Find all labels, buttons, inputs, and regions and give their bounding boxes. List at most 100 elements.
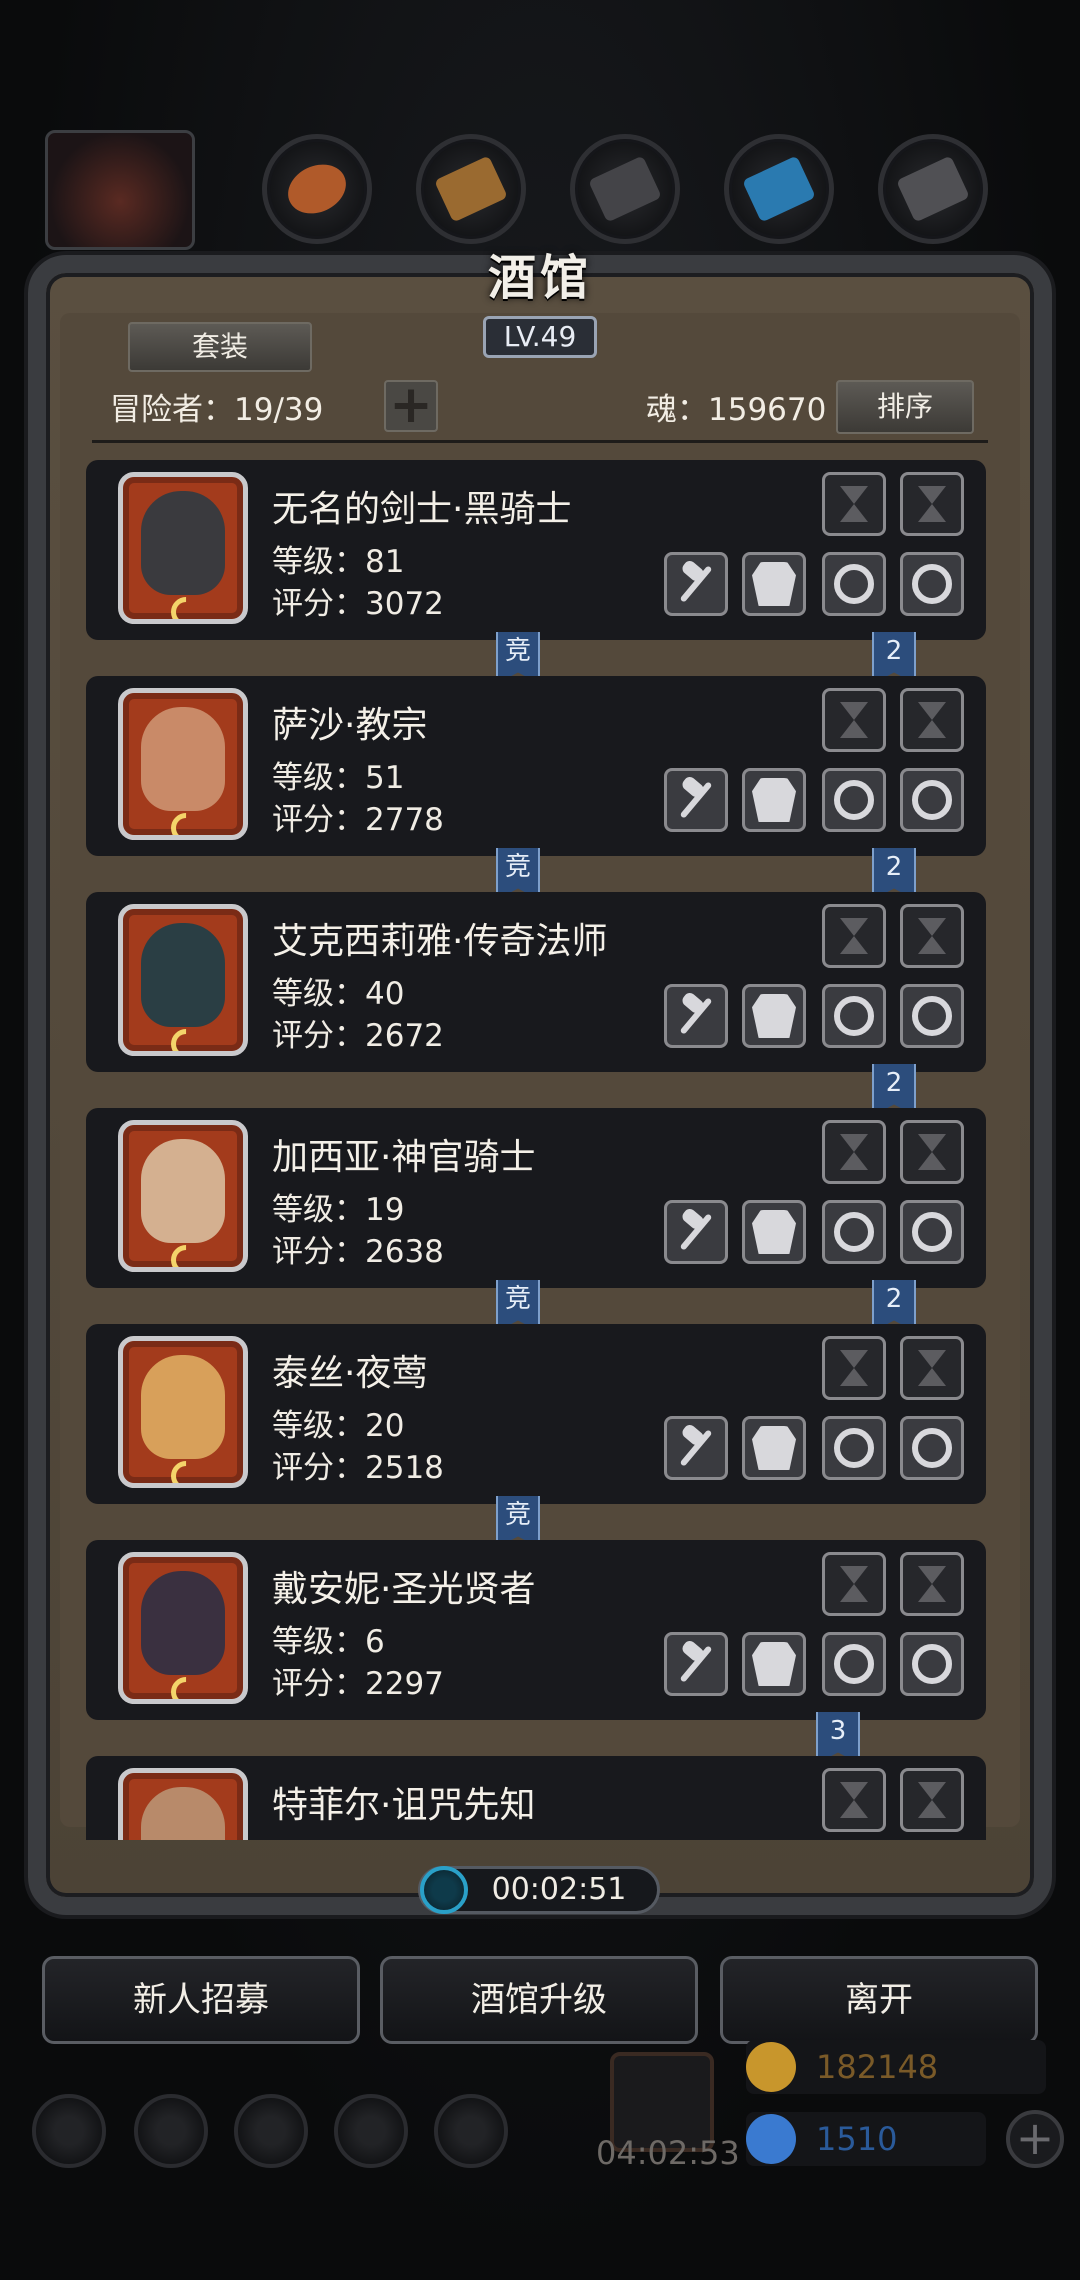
adventurer-card[interactable]: 无名的剑士·黑骑士 等级：81 评分：3072 (86, 460, 986, 640)
hourglass-icon (837, 484, 871, 524)
empty-slot[interactable] (822, 1768, 886, 1832)
empty-slot[interactable] (822, 904, 886, 968)
weapon-slot[interactable] (664, 552, 728, 616)
weapon-slot[interactable] (664, 1632, 728, 1696)
mail-icon[interactable] (334, 2094, 408, 2168)
equipment-set-button[interactable]: 套装 (128, 322, 312, 372)
empty-slot[interactable] (822, 1336, 886, 1400)
crystal-tab[interactable] (724, 134, 834, 244)
armor-slot[interactable] (742, 984, 806, 1048)
armor-slot[interactable] (742, 768, 806, 832)
add-currency-button[interactable]: + (1006, 2110, 1064, 2168)
adventurer-portrait[interactable] (118, 904, 248, 1056)
ring-icon (912, 996, 952, 1036)
tavern-level-badge: LV.49 (483, 316, 597, 358)
empty-slot[interactable] (900, 1336, 964, 1400)
inventory-icon[interactable] (434, 2094, 508, 2168)
armor-slot[interactable] (742, 1200, 806, 1264)
adventurer-portrait[interactable] (118, 1336, 248, 1488)
leave-button[interactable]: 离开 (720, 1956, 1038, 2044)
ring-slot[interactable] (900, 552, 964, 616)
empty-slot[interactable] (822, 1552, 886, 1616)
mace-icon (674, 778, 718, 822)
empty-slot[interactable] (822, 472, 886, 536)
weapon-slot[interactable] (664, 768, 728, 832)
adventurer-portrait[interactable] (118, 688, 248, 840)
steel-tab[interactable] (878, 134, 988, 244)
empty-slot[interactable] (900, 1768, 964, 1832)
sort-button[interactable]: 排序 (836, 380, 974, 434)
weapon-slot[interactable] (664, 1416, 728, 1480)
armor-icon (752, 1426, 796, 1470)
empty-slot[interactable] (822, 1120, 886, 1184)
empty-slot[interactable] (900, 1120, 964, 1184)
ore-tab[interactable] (262, 134, 372, 244)
page-title: 酒馆 (487, 250, 592, 306)
hourglass-icon (915, 484, 949, 524)
weapon-slot[interactable] (664, 984, 728, 1048)
adventurer-card[interactable]: 萨沙·教宗 等级：51 评分：2778 (86, 676, 986, 856)
adventurer-score: 评分：2778 (272, 802, 444, 838)
armor-slot[interactable] (742, 1416, 806, 1480)
recruit-button[interactable]: 新人招募 (42, 1956, 360, 2044)
ring-slot[interactable] (900, 1416, 964, 1480)
adventurer-level: 等级：6 (272, 1624, 385, 1660)
adventurer-portrait[interactable] (118, 1120, 248, 1272)
adventurer-name: 萨沙·教宗 (272, 705, 428, 746)
moon-icon (164, 1238, 208, 1267)
moon-icon (164, 1670, 208, 1699)
codex-icon[interactable] (234, 2094, 308, 2168)
adventurer-portrait[interactable] (118, 1768, 248, 1840)
gold-coin-icon (746, 2042, 796, 2092)
adventurer-card[interactable]: 戴安妮·圣光贤者 等级：6 评分：2297 (86, 1540, 986, 1720)
ring-slot[interactable] (822, 1200, 886, 1264)
ring-slot[interactable] (822, 984, 886, 1048)
ore-icon (280, 155, 354, 223)
ring-icon (834, 996, 874, 1036)
iron-tab[interactable] (570, 134, 680, 244)
adventurer-card[interactable]: 特菲尔·诅咒先知 (86, 1756, 986, 1840)
ring-slot[interactable] (900, 1632, 964, 1696)
empty-slot[interactable] (900, 904, 964, 968)
armor-slot[interactable] (742, 552, 806, 616)
ring-slot[interactable] (822, 552, 886, 616)
armor-slot[interactable] (742, 1632, 806, 1696)
ring-slot[interactable] (900, 1200, 964, 1264)
adventurer-card[interactable]: 泰丝·夜莺 等级：20 评分：2518 (86, 1324, 986, 1504)
armor-icon (752, 778, 796, 822)
adventurer-name: 加西亚·神官骑士 (272, 1137, 536, 1178)
hourglass-icon (915, 1348, 949, 1388)
adventurer-portrait[interactable] (118, 472, 248, 624)
adventurer-name: 特菲尔·诅咒先知 (272, 1785, 536, 1826)
ring-icon (834, 780, 874, 820)
weapon-slot[interactable] (664, 1200, 728, 1264)
armor-icon (752, 1642, 796, 1686)
adventurer-portrait[interactable] (118, 1552, 248, 1704)
settings-icon[interactable] (32, 2094, 106, 2168)
ring-icon (912, 1212, 952, 1252)
ring-icon (834, 564, 874, 604)
wood-tab[interactable] (416, 134, 526, 244)
adventurer-card[interactable]: 艾克西莉雅·传奇法师 等级：40 评分：2672 (86, 892, 986, 1072)
ring-slot[interactable] (822, 1416, 886, 1480)
gem-display: 1510 (746, 2112, 986, 2166)
adventurer-level: 等级：51 (272, 760, 405, 796)
upgrade-tavern-button[interactable]: 酒馆升级 (380, 1956, 698, 2044)
empty-slot[interactable] (900, 472, 964, 536)
armor-icon (752, 1210, 796, 1254)
adventurer-list[interactable]: 无名的剑士·黑骑士 等级：81 评分：3072 竞2 萨沙·教宗 等级：51 评… (86, 460, 986, 1840)
empty-slot[interactable] (822, 688, 886, 752)
armor-icon (752, 562, 796, 606)
empty-slot[interactable] (900, 1552, 964, 1616)
achievement-icon[interactable] (134, 2094, 208, 2168)
ring-slot[interactable] (900, 984, 964, 1048)
ring-slot[interactable] (822, 1632, 886, 1696)
adventurer-portrait-tab[interactable] (45, 130, 195, 250)
ring-slot[interactable] (822, 768, 886, 832)
adventurer-card[interactable]: 加西亚·神官骑士 等级：19 评分：2638 (86, 1108, 986, 1288)
empty-slot[interactable] (900, 688, 964, 752)
ring-icon (834, 1212, 874, 1252)
ring-slot[interactable] (900, 768, 964, 832)
armor-icon (752, 994, 796, 1038)
add-slot-button[interactable]: + (384, 379, 438, 432)
